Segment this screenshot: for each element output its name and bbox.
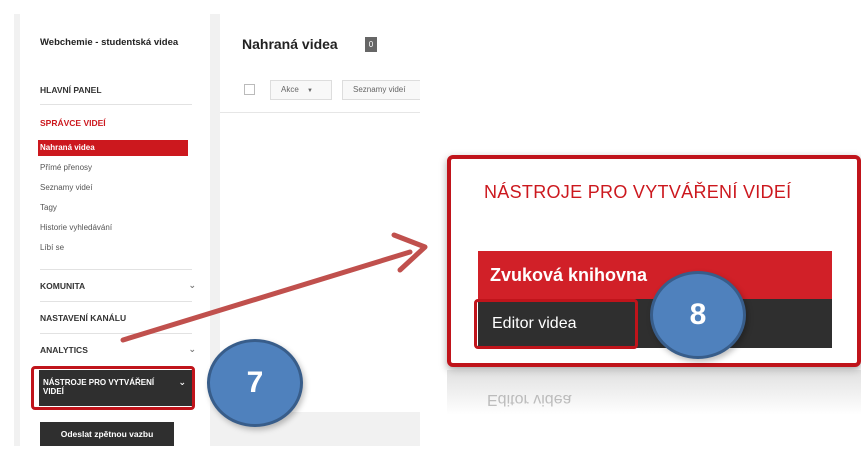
zoom-audio-library-item[interactable]: Zvuková knihovna [478, 251, 832, 299]
reflection-text: Editor videa [487, 391, 572, 408]
arrow-shaft [120, 249, 413, 343]
zoom-creator-tools-title: NÁSTROJE PRO VYTVÁŘENÍ VIDEÍ [484, 182, 792, 202]
callout-reflection: Editor videa [447, 370, 861, 415]
step-8-marker: 8 [650, 271, 746, 359]
highlight-video-editor [474, 299, 638, 349]
